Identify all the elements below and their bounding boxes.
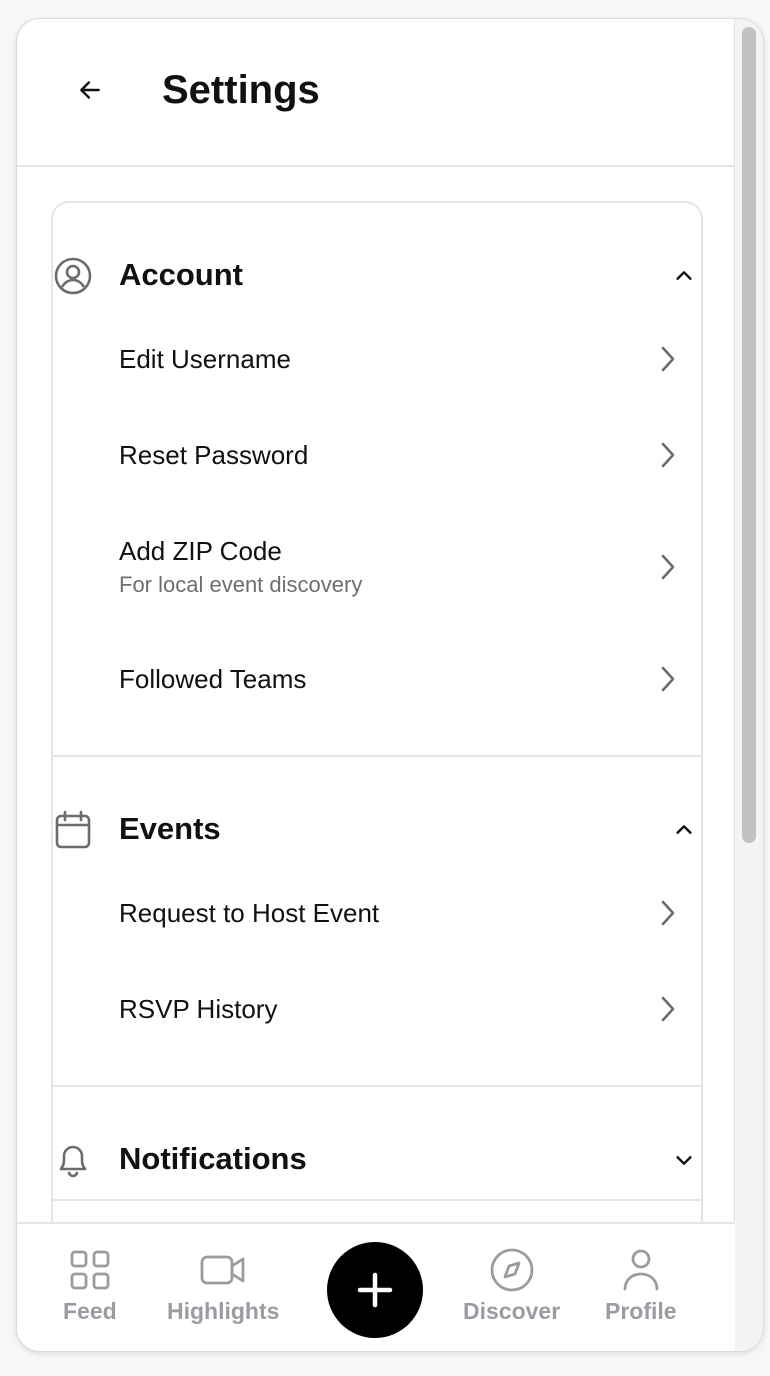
chevron-right-icon <box>655 441 679 469</box>
row-edit-username[interactable]: Edit Username <box>119 343 679 375</box>
scrollbar-thumb[interactable] <box>742 27 756 843</box>
section-title-account: Account <box>119 257 243 292</box>
row-request-to-host-event[interactable]: Request to Host Event <box>119 897 679 929</box>
tab-label: Feed <box>63 1298 117 1324</box>
arrow-left-icon <box>80 81 100 99</box>
row-sublabel: For local event discovery <box>119 572 363 597</box>
section-title-notifications: Notifications <box>119 1141 307 1176</box>
row-add-zip-code[interactable]: Add ZIP Code For local event discovery <box>119 535 679 599</box>
bell-icon <box>53 1140 93 1180</box>
chevron-up-icon[interactable] <box>669 815 699 845</box>
calendar-icon <box>53 810 93 850</box>
section-divider <box>53 1085 701 1087</box>
add-button[interactable] <box>327 1242 423 1338</box>
plus-icon <box>357 1272 393 1308</box>
chevron-down-icon[interactable] <box>669 1145 699 1175</box>
row-rsvp-history[interactable]: RSVP History <box>119 993 679 1025</box>
compass-icon <box>488 1246 536 1294</box>
settings-scroll-area[interactable]: Settings Account Edit Username Reset Pas… <box>17 19 735 1222</box>
tab-label: Profile <box>605 1298 677 1324</box>
scrollbar-track[interactable] <box>734 19 763 1351</box>
section-header-events[interactable]: Events <box>53 799 701 859</box>
person-icon <box>617 1246 665 1294</box>
back-button[interactable] <box>67 67 113 113</box>
page-title: Settings <box>162 68 320 112</box>
tab-highlights[interactable]: Highlights <box>167 1246 279 1325</box>
tab-discover[interactable]: Discover <box>463 1246 560 1325</box>
tab-label: Highlights <box>167 1298 280 1324</box>
header: Settings <box>17 19 735 167</box>
grid-icon <box>66 1246 114 1294</box>
section-divider <box>53 1199 701 1201</box>
chevron-right-icon <box>655 665 679 693</box>
app-frame: Settings Account Edit Username Reset Pas… <box>16 18 764 1352</box>
row-followed-teams[interactable]: Followed Teams <box>119 663 679 695</box>
chevron-right-icon <box>655 553 679 581</box>
section-header-notifications[interactable]: Notifications <box>53 1129 701 1189</box>
chevron-right-icon <box>655 345 679 373</box>
section-header-account[interactable]: Account <box>53 245 701 305</box>
row-label: Followed Teams <box>119 664 307 694</box>
chevron-right-icon <box>655 899 679 927</box>
row-label: RSVP History <box>119 994 278 1024</box>
row-reset-password[interactable]: Reset Password <box>119 439 679 471</box>
section-title-events: Events <box>119 811 221 846</box>
section-divider <box>53 755 701 757</box>
row-label: Request to Host Event <box>119 898 380 928</box>
row-label: Edit Username <box>119 344 291 374</box>
tab-profile[interactable]: Profile <box>605 1246 677 1325</box>
chevron-up-icon[interactable] <box>669 261 699 291</box>
tab-feed[interactable]: Feed <box>63 1246 117 1325</box>
user-circle-icon <box>53 256 93 296</box>
settings-card: Account Edit Username Reset Password Add… <box>51 201 703 1222</box>
chevron-right-icon <box>655 995 679 1023</box>
bottom-tab-bar: Feed Highlights Discover Profile <box>17 1222 735 1351</box>
row-label: Add ZIP Code <box>119 536 282 566</box>
row-label: Reset Password <box>119 440 309 470</box>
video-camera-icon <box>199 1246 247 1294</box>
tab-label: Discover <box>463 1298 561 1324</box>
